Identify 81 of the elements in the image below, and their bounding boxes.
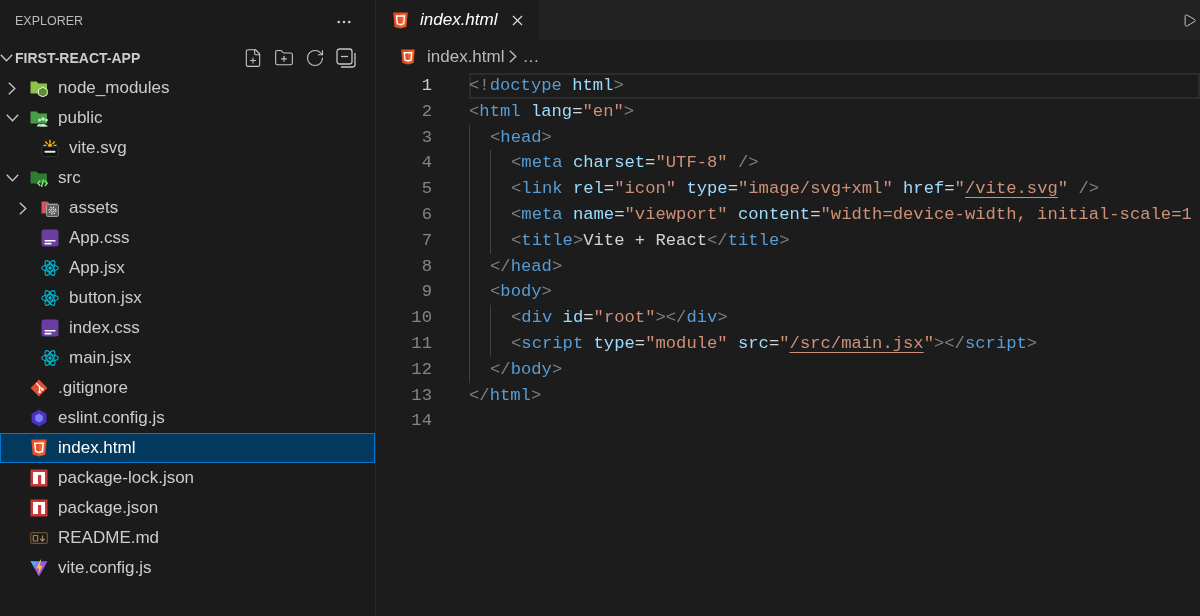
file-plus-icon[interactable] [243, 48, 263, 68]
npm-icon [30, 499, 48, 517]
line-number: 1 [421, 75, 432, 97]
tree-item[interactable]: index.css [0, 313, 375, 343]
line-number: 10 [411, 307, 432, 330]
code-line: </head> [490, 255, 563, 278]
code-line: <script type="module" src="/src/main.jsx"></script> [511, 332, 1038, 355]
sparkle-tile-icon [41, 139, 59, 157]
play-icon[interactable] [1182, 12, 1197, 28]
tree-item[interactable]: assets [0, 193, 375, 223]
chevron-down-icon[interactable] [5, 174, 19, 182]
folder-code-icon [30, 169, 48, 187]
tree-item[interactable]: node_modules [0, 73, 375, 103]
code-line: <meta name="viewport" content="width=device-width, initial-scale=1 [511, 204, 1192, 226]
line-number: 6 [421, 204, 432, 226]
tree-item[interactable]: src [0, 163, 375, 193]
code-line: <!doctype html> [469, 75, 624, 97]
folder-gear-icon [41, 199, 59, 217]
panel-title: EXPLORER [15, 13, 84, 31]
chevron-right-icon[interactable] [8, 81, 16, 95]
shield-icon [400, 48, 416, 65]
tree-item[interactable]: .gitignore [0, 373, 375, 403]
line-number: 4 [421, 152, 432, 175]
shield-icon [30, 439, 48, 457]
line-number: 7 [421, 229, 432, 252]
code-line: <link rel="icon" type="image/svg+xml" href="/vite.svg" /> [511, 178, 1100, 201]
arrow-down-tile-icon [30, 529, 48, 547]
code-line: <meta charset="UTF-8" /> [511, 152, 759, 175]
bolt-triangle-icon [30, 559, 48, 577]
code-link[interactable]: /vite.svg [964, 179, 1058, 199]
chevron-down-icon[interactable] [0, 54, 13, 62]
line-number: 2 [421, 100, 432, 123]
tree-item[interactable]: eslint.config.js [0, 403, 375, 433]
code-line: </body> [490, 358, 563, 381]
tree-item[interactable]: index.html [0, 433, 375, 463]
collapse-all-icon[interactable] [336, 48, 356, 68]
tree-item[interactable]: public [0, 103, 375, 133]
tree-item[interactable]: button.jsx [0, 283, 375, 313]
hexagon-icon [30, 409, 48, 427]
tree-item[interactable]: main.jsx [0, 343, 375, 373]
line-number: 3 [421, 126, 432, 149]
code-line: </html> [469, 384, 542, 407]
breadcrumb-item[interactable]: … [522, 43, 540, 70]
line-number: 11 [411, 332, 432, 355]
chevron-right-icon[interactable] [19, 201, 27, 215]
tree-item[interactable]: App.jsx [0, 253, 375, 283]
line-number: 8 [421, 255, 432, 278]
code-line: <div id="root"></div> [511, 307, 728, 330]
refresh-icon[interactable] [305, 48, 325, 68]
line-number: 5 [421, 178, 432, 201]
branch-diamond-icon [30, 379, 48, 397]
breadcrumb-item[interactable]: index.html [400, 43, 505, 70]
chevron-down-icon[interactable] [5, 114, 19, 122]
code-line: <head> [490, 126, 552, 149]
tree-item[interactable]: README.md [0, 523, 375, 553]
tree-item[interactable]: vite.config.js [0, 553, 375, 583]
code-link[interactable]: /src/main.jsx [789, 333, 924, 353]
npm-icon [30, 469, 48, 487]
line-number: 12 [411, 358, 432, 381]
atom-icon [41, 349, 59, 367]
atom-icon [41, 289, 59, 307]
editor-tab[interactable]: index.html [376, 0, 539, 40]
section-header[interactable]: FIRST-REACT-APP [0, 47, 141, 69]
atom-icon [41, 259, 59, 277]
folder-people-icon [30, 109, 48, 127]
code-line: <body> [490, 281, 552, 304]
stylesheet-tile-icon [41, 229, 59, 247]
line-number: 9 [421, 281, 432, 304]
tree-item[interactable]: package-lock.json [0, 463, 375, 493]
tree-item[interactable]: App.css [0, 223, 375, 253]
line-number: 14 [411, 410, 432, 433]
stylesheet-tile-icon [41, 319, 59, 337]
folder-plus-icon[interactable] [274, 48, 294, 68]
tree-item[interactable]: package.json [0, 493, 375, 523]
tree-item[interactable]: vite.svg [0, 133, 375, 163]
code-line: <title>Vite + React</title> [511, 229, 790, 252]
shield-icon [392, 11, 409, 29]
code-line: <html lang="en"> [469, 100, 635, 123]
line-number: 13 [411, 384, 432, 407]
folder-hexagon-icon [30, 79, 48, 97]
chevron-right-icon [509, 50, 518, 63]
